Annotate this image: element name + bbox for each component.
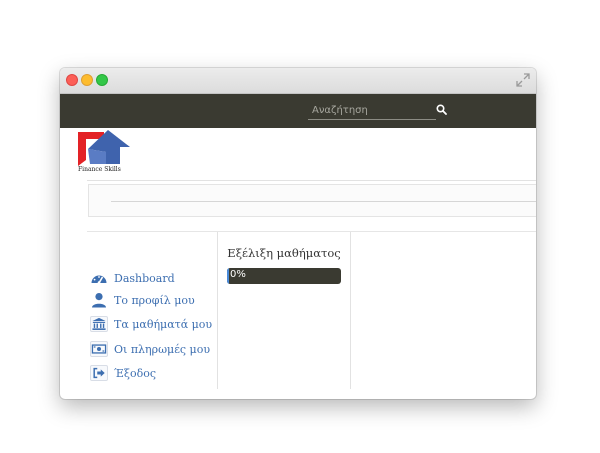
fullscreen-icon[interactable] [516, 73, 530, 87]
breadcrumb-bar [88, 184, 536, 217]
breadcrumb-separator [111, 201, 536, 202]
search-input[interactable] [308, 101, 436, 120]
sidebar-item-label: Dashboard [114, 271, 175, 285]
sidebar-item-label: Τα μαθήματά μου [114, 317, 213, 331]
top-navbar [60, 94, 536, 128]
header-divider [87, 180, 536, 181]
logo-emblem-icon [78, 130, 130, 166]
finance-skills-logo[interactable]: Finance Skills [78, 130, 134, 176]
sidebar-item-payments[interactable]: Οι πληρωμές μου [90, 340, 210, 358]
dashboard-icon [91, 275, 107, 284]
zoom-window-button[interactable] [96, 74, 108, 86]
user-icon [92, 293, 106, 308]
logo-text: Finance Skills [78, 166, 121, 173]
sidebar-item-logout[interactable]: Έξοδος [90, 364, 156, 382]
course-progress-fill [227, 268, 229, 284]
sidebar-item-dashboard[interactable]: Dashboard [90, 269, 175, 287]
search-icon[interactable] [436, 104, 447, 115]
content-divider [87, 231, 536, 232]
course-progress-title: Εξέλιξη μαθήματος [227, 246, 341, 260]
institution-icon [90, 316, 108, 332]
course-progress-value: 0% [230, 269, 246, 280]
column-divider-right [350, 232, 351, 389]
sidebar-item-profile[interactable]: Το προφίλ μου [90, 291, 195, 309]
window-titlebar [60, 68, 536, 94]
close-window-button[interactable] [66, 74, 78, 86]
sidebar-item-label: Έξοδος [114, 366, 156, 380]
browser-window: Finance Skills Dashboard Το προφίλ μου [60, 68, 536, 399]
sidebar-item-label: Το προφίλ μου [114, 293, 195, 307]
money-icon [90, 341, 108, 357]
minimize-window-button[interactable] [81, 74, 93, 86]
course-progress-bar: 0% [227, 268, 341, 284]
sign-out-icon [90, 365, 108, 381]
sidebar-item-courses[interactable]: Τα μαθήματά μου [90, 315, 212, 333]
sidebar-item-label: Οι πληρωμές μου [114, 342, 211, 356]
